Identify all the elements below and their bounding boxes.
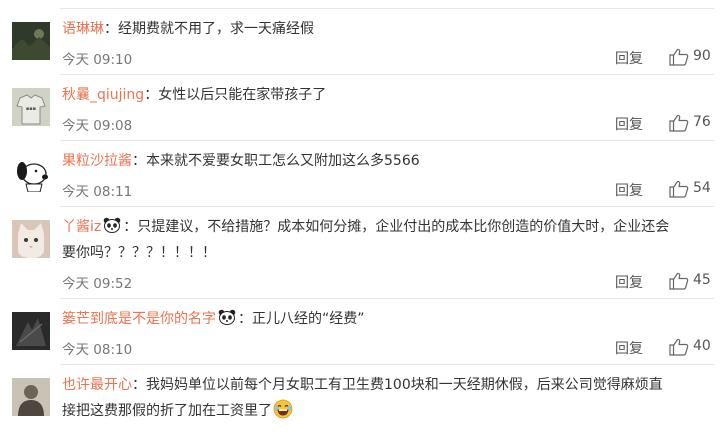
comment-time: 今天 08:10	[62, 342, 133, 358]
divider	[60, 8, 714, 9]
comment-username[interactable]: 篓芒到底是不是你的名字	[62, 311, 216, 327]
reply-button[interactable]: 回复	[615, 48, 643, 68]
comment-text-line: 果粒沙拉酱：本来就不爱要女职工怎么又附加这么多5566	[62, 148, 704, 174]
comment-text: 经期费就不用了，求一天痛经假	[118, 21, 314, 37]
avatar[interactable]	[12, 378, 50, 416]
separator: ：	[132, 377, 146, 393]
comment-time: 今天 09:52	[62, 276, 133, 292]
avatar[interactable]: ▪▪▪	[12, 88, 50, 126]
thumbs-up-icon[interactable]	[669, 272, 689, 290]
separator: ：	[144, 87, 159, 103]
separator: ：	[238, 311, 252, 327]
panda-icon	[103, 217, 121, 233]
laughing-emoji-icon	[273, 399, 293, 419]
like-count: 90	[693, 48, 711, 64]
reply-button[interactable]: 回复	[615, 180, 643, 200]
svg-text:▪▪▪: ▪▪▪	[26, 106, 36, 112]
divider	[60, 364, 714, 365]
shirt-avatar-icon: ▪▪▪	[12, 88, 50, 126]
panda-icon	[218, 309, 236, 325]
separator: ：	[132, 153, 146, 169]
comment-username[interactable]: 秋曩_qiujing	[62, 87, 144, 103]
cat-avatar-icon	[12, 220, 50, 258]
avatar[interactable]	[12, 22, 50, 60]
separator: ：	[104, 21, 118, 37]
comment-username[interactable]: 语琳琳	[62, 21, 104, 37]
comment-text-line: 也许最开心：我妈妈单位以前每个月女职工有卫生费100块和一天经期休假，后来公司觉…	[62, 372, 704, 424]
dark-avatar-icon	[12, 312, 50, 350]
comment-text: 我妈妈单位以前每个月女职工有卫生费100块和一天经期休假，后来公司觉得麻烦直	[146, 377, 663, 393]
comment-time: 今天 09:10	[62, 52, 133, 68]
avatar[interactable]	[12, 220, 50, 258]
thumbs-up-icon[interactable]	[669, 114, 689, 132]
comment-text-line: 丫酱iz ：只提建议，不给措施？成本如何分摊，企业付出的成本比你创造的价值大时，…	[62, 214, 704, 266]
avatar[interactable]	[12, 154, 50, 192]
thumbs-up-icon[interactable]	[669, 48, 689, 66]
separator: ：	[123, 219, 138, 235]
dark-landscape-avatar-icon	[12, 22, 50, 60]
comment-username[interactable]: 也许最开心	[62, 377, 132, 393]
divider	[60, 140, 714, 141]
comment-text: 要你吗？？？？！！！！	[62, 245, 216, 261]
comment-username[interactable]: 丫酱iz	[62, 219, 101, 235]
divider	[60, 298, 714, 299]
comment-text: 本来就不爱要女职工怎么又附加这么多5566	[146, 153, 420, 169]
comment-time: 今天 08:11	[62, 184, 133, 200]
comment-text: 只提建议，不给措施？成本如何分摊，企业付出的成本比你创造的价值大时，企业还会	[137, 219, 670, 235]
comment-text-line: 篓芒到底是不是你的名字 ：正儿八经的“经费”	[62, 306, 704, 332]
divider	[60, 74, 714, 75]
comment-text-line: 语琳琳：经期费就不用了，求一天痛经假	[62, 16, 704, 42]
comment-text: 女性以后只能在家带孩子了	[158, 87, 327, 103]
reply-button[interactable]: 回复	[615, 338, 643, 358]
thumbs-up-icon[interactable]	[669, 338, 689, 356]
person-avatar-icon	[12, 378, 50, 416]
comment-text: 正儿八经的“经费”	[252, 311, 365, 327]
comment-text-line: 秋曩_qiujing：女性以后只能在家带孩子了	[62, 82, 704, 108]
like-count: 40	[693, 338, 711, 354]
like-count: 54	[693, 180, 711, 196]
comment-time: 今天 09:08	[62, 118, 133, 134]
comment-text: 接把这费那假的折了加在工资里了	[62, 403, 272, 419]
avatar[interactable]	[12, 312, 50, 350]
divider	[60, 206, 714, 207]
like-count: 45	[693, 272, 711, 288]
snoopy-avatar-icon	[12, 154, 50, 192]
comment-username[interactable]: 果粒沙拉酱	[62, 153, 132, 169]
reply-button[interactable]: 回复	[615, 272, 643, 292]
like-count: 76	[693, 114, 711, 130]
thumbs-up-icon[interactable]	[669, 180, 689, 198]
reply-button[interactable]: 回复	[615, 114, 643, 134]
